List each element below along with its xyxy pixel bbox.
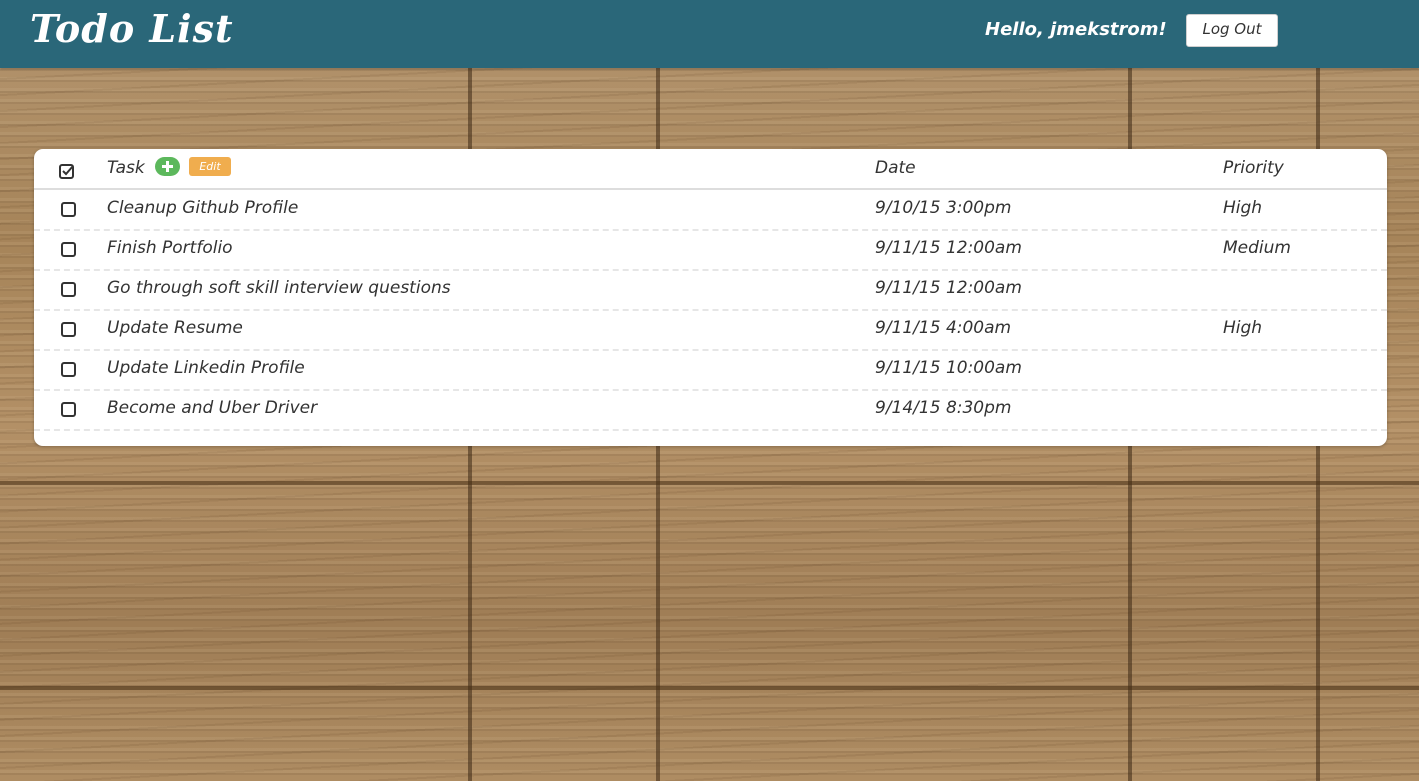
table-row: Go through soft skill interview question… [34, 269, 1387, 311]
task-checkbox[interactable] [61, 322, 76, 337]
table-header-row: Task Edit Date Priority [34, 149, 1387, 190]
add-task-button[interactable] [155, 157, 180, 176]
table-row: Cleanup Github Profile 9/10/15 3:00pm Hi… [34, 189, 1387, 231]
app-title: Todo List [30, 6, 234, 51]
table-row: Finish Portfolio 9/11/15 12:00am Medium [34, 229, 1387, 271]
logout-button[interactable]: Log Out [1186, 14, 1278, 47]
check-icon [62, 165, 74, 176]
task-name[interactable]: Cleanup Github Profile [107, 189, 298, 227]
plus-circle-icon [162, 161, 173, 172]
task-checkbox[interactable] [61, 202, 76, 217]
task-checkbox[interactable] [61, 282, 76, 297]
task-date: 9/11/15 12:00am [875, 238, 1022, 258]
date-column-header: Date [875, 158, 916, 178]
task-name[interactable]: Go through soft skill interview question… [107, 269, 451, 307]
priority-column-header: Priority [1223, 158, 1284, 178]
table-row: Update Resume 9/11/15 4:00am High [34, 309, 1387, 351]
task-date: 9/14/15 8:30pm [875, 398, 1012, 418]
background-plank-seam [0, 481, 1419, 485]
task-name[interactable]: Finish Portfolio [107, 229, 233, 267]
task-date: 9/11/15 10:00am [875, 358, 1022, 378]
app-header: Todo List Hello, jmekstrom! Log Out [0, 0, 1419, 68]
task-priority: High [1223, 318, 1263, 338]
background-plank-seam [0, 686, 1419, 690]
select-all-checkbox[interactable] [59, 164, 74, 179]
task-checkbox[interactable] [61, 242, 76, 257]
task-checkbox[interactable] [61, 402, 76, 417]
table-row: Update Linkedin Profile 9/11/15 10:00am [34, 349, 1387, 391]
user-greeting: Hello, jmekstrom! [985, 19, 1167, 40]
task-column-header: Task [107, 158, 145, 178]
task-priority: Medium [1223, 238, 1291, 258]
todo-table-card: Task Edit Date Priority Cleanup Github P… [34, 149, 1387, 446]
task-date: 9/10/15 3:00pm [875, 198, 1012, 218]
task-date: 9/11/15 4:00am [875, 318, 1012, 338]
task-name[interactable]: Become and Uber Driver [107, 389, 317, 427]
task-name[interactable]: Update Resume [107, 309, 243, 347]
task-date: 9/11/15 12:00am [875, 278, 1022, 298]
edit-button[interactable]: Edit [189, 157, 231, 176]
task-name[interactable]: Update Linkedin Profile [107, 349, 305, 387]
table-row: Become and Uber Driver 9/14/15 8:30pm [34, 389, 1387, 431]
task-checkbox[interactable] [61, 362, 76, 377]
task-priority: High [1223, 198, 1263, 218]
